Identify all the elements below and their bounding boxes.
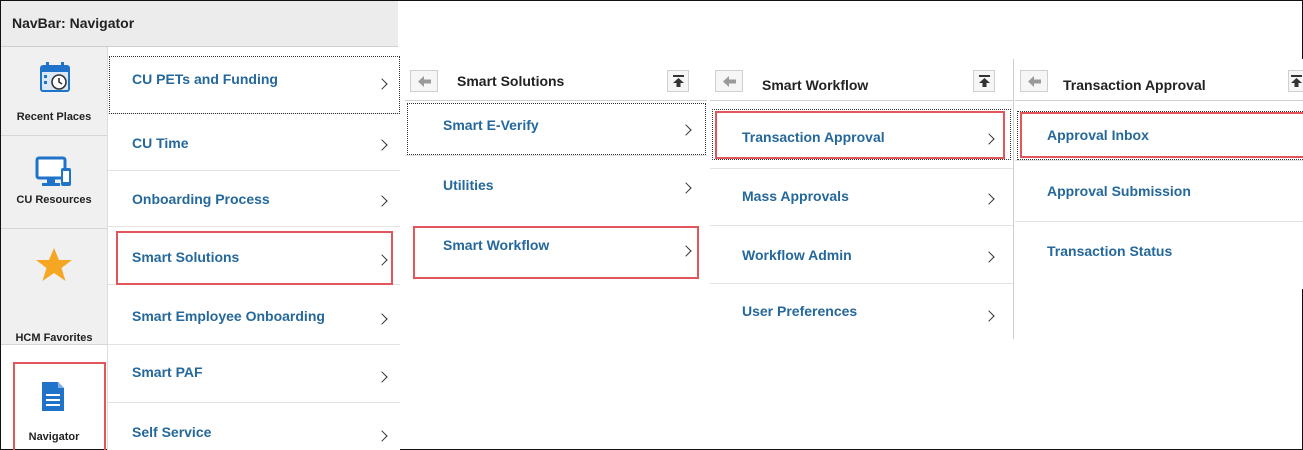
menu-column-smart-workflow: Smart Workflow Transaction Approval Mass… (710, 59, 1013, 339)
menu-item-label: Mass Approvals (742, 188, 849, 204)
column-header: Transaction Approval (1015, 59, 1303, 101)
menu-item-onboarding-process[interactable]: Onboarding Process (108, 171, 400, 227)
rail-label-cu-resources: CU Resources (16, 194, 92, 206)
navbar-header: NavBar: Navigator (1, 1, 398, 47)
menu-item-self-service[interactable]: Self Service (108, 403, 400, 450)
arrow-to-top-icon (673, 75, 684, 87)
menu-item-workflow-admin[interactable]: Workflow Admin (710, 226, 1013, 284)
back-button[interactable] (410, 70, 438, 92)
chevron-right-icon (376, 430, 388, 442)
navigator-highlight-box (13, 362, 106, 450)
chevron-right-icon (376, 195, 388, 207)
column-title: Transaction Approval (1063, 77, 1206, 93)
back-button[interactable] (1020, 70, 1048, 92)
menu-item-utilities[interactable]: Utilities (405, 156, 707, 225)
menu-item-label: Smart Employee Onboarding (132, 308, 325, 324)
calendar-clock-icon (40, 62, 70, 92)
rail-label-recent-places: Recent Places (16, 111, 92, 123)
collapse-to-top-button[interactable] (667, 70, 689, 92)
rail-item-hcm-favorites[interactable]: HCM Favorites (1, 229, 107, 344)
collapse-to-top-button[interactable] (973, 70, 995, 92)
column-title: Smart Solutions (457, 73, 565, 89)
star-icon (36, 248, 72, 281)
arrow-left-icon (723, 76, 736, 87)
chevron-right-icon (983, 193, 995, 205)
approval-inbox-highlight-box (1020, 112, 1303, 158)
chevron-right-icon (983, 251, 995, 263)
menu-item-label: Workflow Admin (742, 247, 852, 263)
arrow-left-icon (418, 76, 431, 87)
transaction-approval-highlight-box (715, 111, 1005, 159)
rail-label-hcm-favorites: HCM Favorites (15, 332, 93, 344)
menu-column-transaction-approval: Transaction Approval Approval Inbox Appr… (1015, 59, 1303, 289)
menu-item-label: Onboarding Process (132, 191, 270, 207)
menu-item-label: User Preferences (742, 303, 858, 319)
rail-item-recent-places[interactable]: Recent Places (1, 47, 107, 135)
smart-workflow-highlight-box (413, 226, 699, 279)
menu-item-smart-paf[interactable]: Smart PAF (108, 345, 400, 403)
menu-item-label: Approval Submission (1047, 183, 1191, 199)
chevron-right-icon (376, 313, 388, 325)
column-title: Smart Workflow (762, 77, 869, 93)
menu-item-smart-employee-onboarding[interactable]: Smart Employee Onboarding (108, 285, 400, 345)
back-button[interactable] (715, 70, 743, 92)
chevron-right-icon (376, 371, 388, 383)
navbar-title: NavBar: Navigator (12, 15, 135, 31)
menu-item-label: Utilities (443, 177, 494, 193)
menu-item-approval-submission[interactable]: Approval Submission (1015, 161, 1303, 222)
column-header: Smart Solutions (405, 59, 707, 101)
collapse-to-top-button[interactable] (1288, 70, 1303, 92)
monitor-phone-icon (35, 156, 71, 186)
chevron-right-icon (983, 310, 995, 322)
rail-item-cu-resources[interactable]: CU Resources (1, 136, 107, 228)
menu-item-mass-approvals[interactable]: Mass Approvals (710, 169, 1013, 226)
menu-item-label: Transaction Status (1047, 243, 1173, 259)
focus-outline (109, 56, 400, 114)
chevron-right-icon (376, 139, 388, 151)
menu-item-transaction-status[interactable]: Transaction Status (1015, 222, 1303, 277)
focus-outline (407, 103, 706, 155)
smart-solutions-highlight-box (116, 231, 393, 285)
arrow-left-icon (1028, 76, 1041, 87)
menu-item-label: Smart PAF (132, 364, 203, 380)
column-header: Smart Workflow (710, 59, 1013, 101)
column-divider (1013, 59, 1014, 339)
menu-item-user-preferences[interactable]: User Preferences (710, 284, 1013, 339)
arrow-to-top-icon (1291, 75, 1302, 87)
chevron-right-icon (680, 182, 692, 194)
menu-item-label: CU Time (132, 135, 189, 151)
menu-item-label: Self Service (132, 424, 212, 440)
arrow-to-top-icon (979, 75, 990, 87)
menu-item-cu-time[interactable]: CU Time (108, 114, 400, 171)
